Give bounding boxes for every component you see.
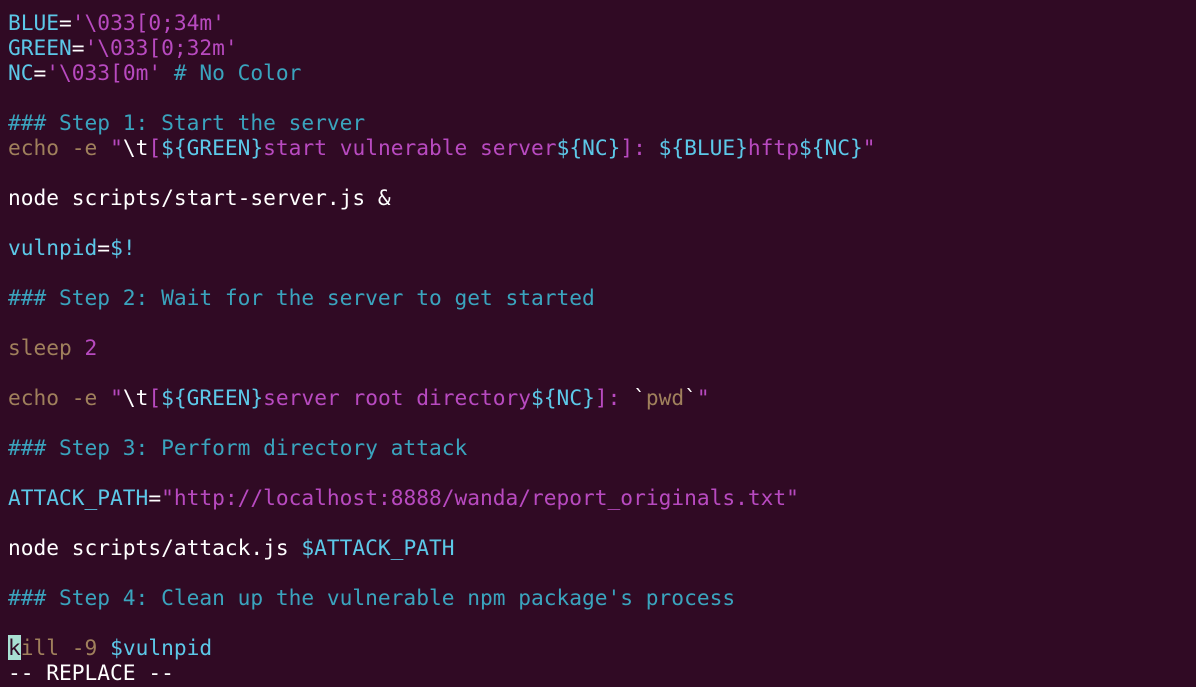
code-line[interactable] — [8, 360, 1196, 385]
code-line[interactable]: kill -9 $vulnpid — [8, 635, 1196, 660]
code-token: \t — [122, 135, 149, 160]
code-line[interactable]: ### Step 3: Perform directory attack — [8, 435, 1196, 460]
code-line[interactable] — [8, 510, 1196, 535]
code-token: ` — [684, 385, 697, 410]
code-token: $! — [110, 235, 136, 260]
code-token: '\033[0;34m' — [71, 10, 225, 35]
code-line[interactable]: echo -e "\t[${GREEN}start vulnerable ser… — [8, 135, 1196, 160]
code-token: = — [71, 35, 85, 60]
code-token: '\033[0m' — [46, 60, 162, 85]
code-line[interactable] — [8, 160, 1196, 185]
code-token: ` — [633, 385, 646, 410]
code-line[interactable]: vulnpid=$! — [8, 235, 1196, 260]
code-token: ### Step 2: Wait for the server to get s… — [8, 285, 595, 310]
code-line[interactable]: node scripts/start-server.js & — [8, 185, 1196, 210]
mode-indicator: -- REPLACE -- — [8, 660, 174, 685]
vim-editor[interactable]: BLUE='\033[0;34m' GREEN='\033[0;32m' NC='\… — [0, 0, 1196, 687]
code-token: " — [110, 385, 123, 410]
code-token: BLUE — [8, 10, 60, 35]
code-line[interactable]: sleep 2 — [8, 335, 1196, 360]
code-token: $vulnpid — [110, 635, 213, 660]
code-token: -e — [59, 135, 111, 160]
code-token: = — [148, 485, 162, 510]
code-token: GREEN — [8, 35, 72, 60]
code-token: echo — [8, 385, 60, 410]
code-line[interactable]: ### Step 2: Wait for the server to get s… — [8, 285, 1196, 310]
code-token: [ — [148, 135, 162, 160]
code-token: " — [110, 135, 123, 160]
code-line[interactable] — [8, 560, 1196, 585]
code-line[interactable]: ATTACK_PATH="http://localhost:8888/wanda… — [8, 485, 1196, 510]
code-token: ### Step 3: Perform directory attack — [8, 435, 468, 460]
code-token: $ATTACK_PATH — [301, 535, 455, 560]
code-line[interactable]: GREEN='\033[0;32m' — [8, 35, 1196, 60]
code-token: = — [97, 235, 111, 260]
code-line[interactable] — [8, 310, 1196, 335]
code-token: 2 — [71, 335, 98, 360]
code-token: ${BLUE} — [658, 135, 748, 160]
code-token: ill -9 — [20, 635, 111, 660]
code-token: = — [33, 60, 47, 85]
code-line[interactable]: ### Step 1: Start the server — [8, 110, 1196, 135]
code-token: ATTACK_PATH — [8, 485, 149, 510]
code-token: ]: — [594, 385, 634, 410]
code-token: ${NC} — [798, 135, 863, 160]
code-token: node scripts/attack.js — [8, 535, 302, 560]
code-line[interactable] — [8, 85, 1196, 110]
code-line[interactable] — [8, 210, 1196, 235]
code-token: ${NC} — [556, 135, 621, 160]
code-token: -e — [59, 385, 111, 410]
code-line[interactable] — [8, 610, 1196, 635]
code-token: # No Color — [161, 60, 302, 85]
code-token: = — [59, 10, 72, 35]
code-token: node scripts/start-server.js & — [8, 185, 391, 210]
code-token: '\033[0;32m' — [84, 35, 238, 60]
code-line[interactable]: NC='\033[0m' # No Color — [8, 60, 1196, 85]
code-token: echo — [8, 135, 60, 160]
code-token: \t — [122, 385, 149, 410]
code-token: "http://localhost:8888/wanda/report_orig… — [161, 485, 799, 510]
code-token: pwd — [645, 385, 685, 410]
code-token: sleep — [8, 335, 72, 360]
code-line[interactable] — [8, 460, 1196, 485]
code-token: ### Step 4: Clean up the vulnerable npm … — [8, 585, 736, 610]
code-token: hftp — [747, 135, 799, 160]
code-token: ]: — [620, 135, 659, 160]
code-token: server root directory — [263, 385, 532, 410]
code-line[interactable]: node scripts/attack.js $ATTACK_PATH — [8, 535, 1196, 560]
code-token: start vulnerable server — [263, 135, 557, 160]
code-line[interactable]: ### Step 4: Clean up the vulnerable npm … — [8, 585, 1196, 610]
code-token: vulnpid — [8, 235, 98, 260]
code-line[interactable]: echo -e "\t[${GREEN}server root director… — [8, 385, 1196, 410]
code-token: " — [696, 385, 710, 410]
code-line[interactable] — [8, 410, 1196, 435]
code-token: ${NC} — [531, 385, 595, 410]
code-token: [ — [148, 385, 162, 410]
code-buffer[interactable]: BLUE='\033[0;34m' GREEN='\033[0;32m' NC='\… — [8, 10, 1196, 660]
code-token: NC — [8, 60, 34, 85]
code-token: ${GREEN} — [161, 135, 264, 160]
code-line[interactable]: BLUE='\033[0;34m' — [8, 10, 1196, 35]
code-token: ${GREEN} — [161, 385, 264, 410]
code-token: ### Step 1: Start the server — [8, 110, 366, 135]
code-line[interactable] — [8, 260, 1196, 285]
cursor-char: k — [8, 635, 21, 660]
code-token: " — [862, 135, 876, 160]
